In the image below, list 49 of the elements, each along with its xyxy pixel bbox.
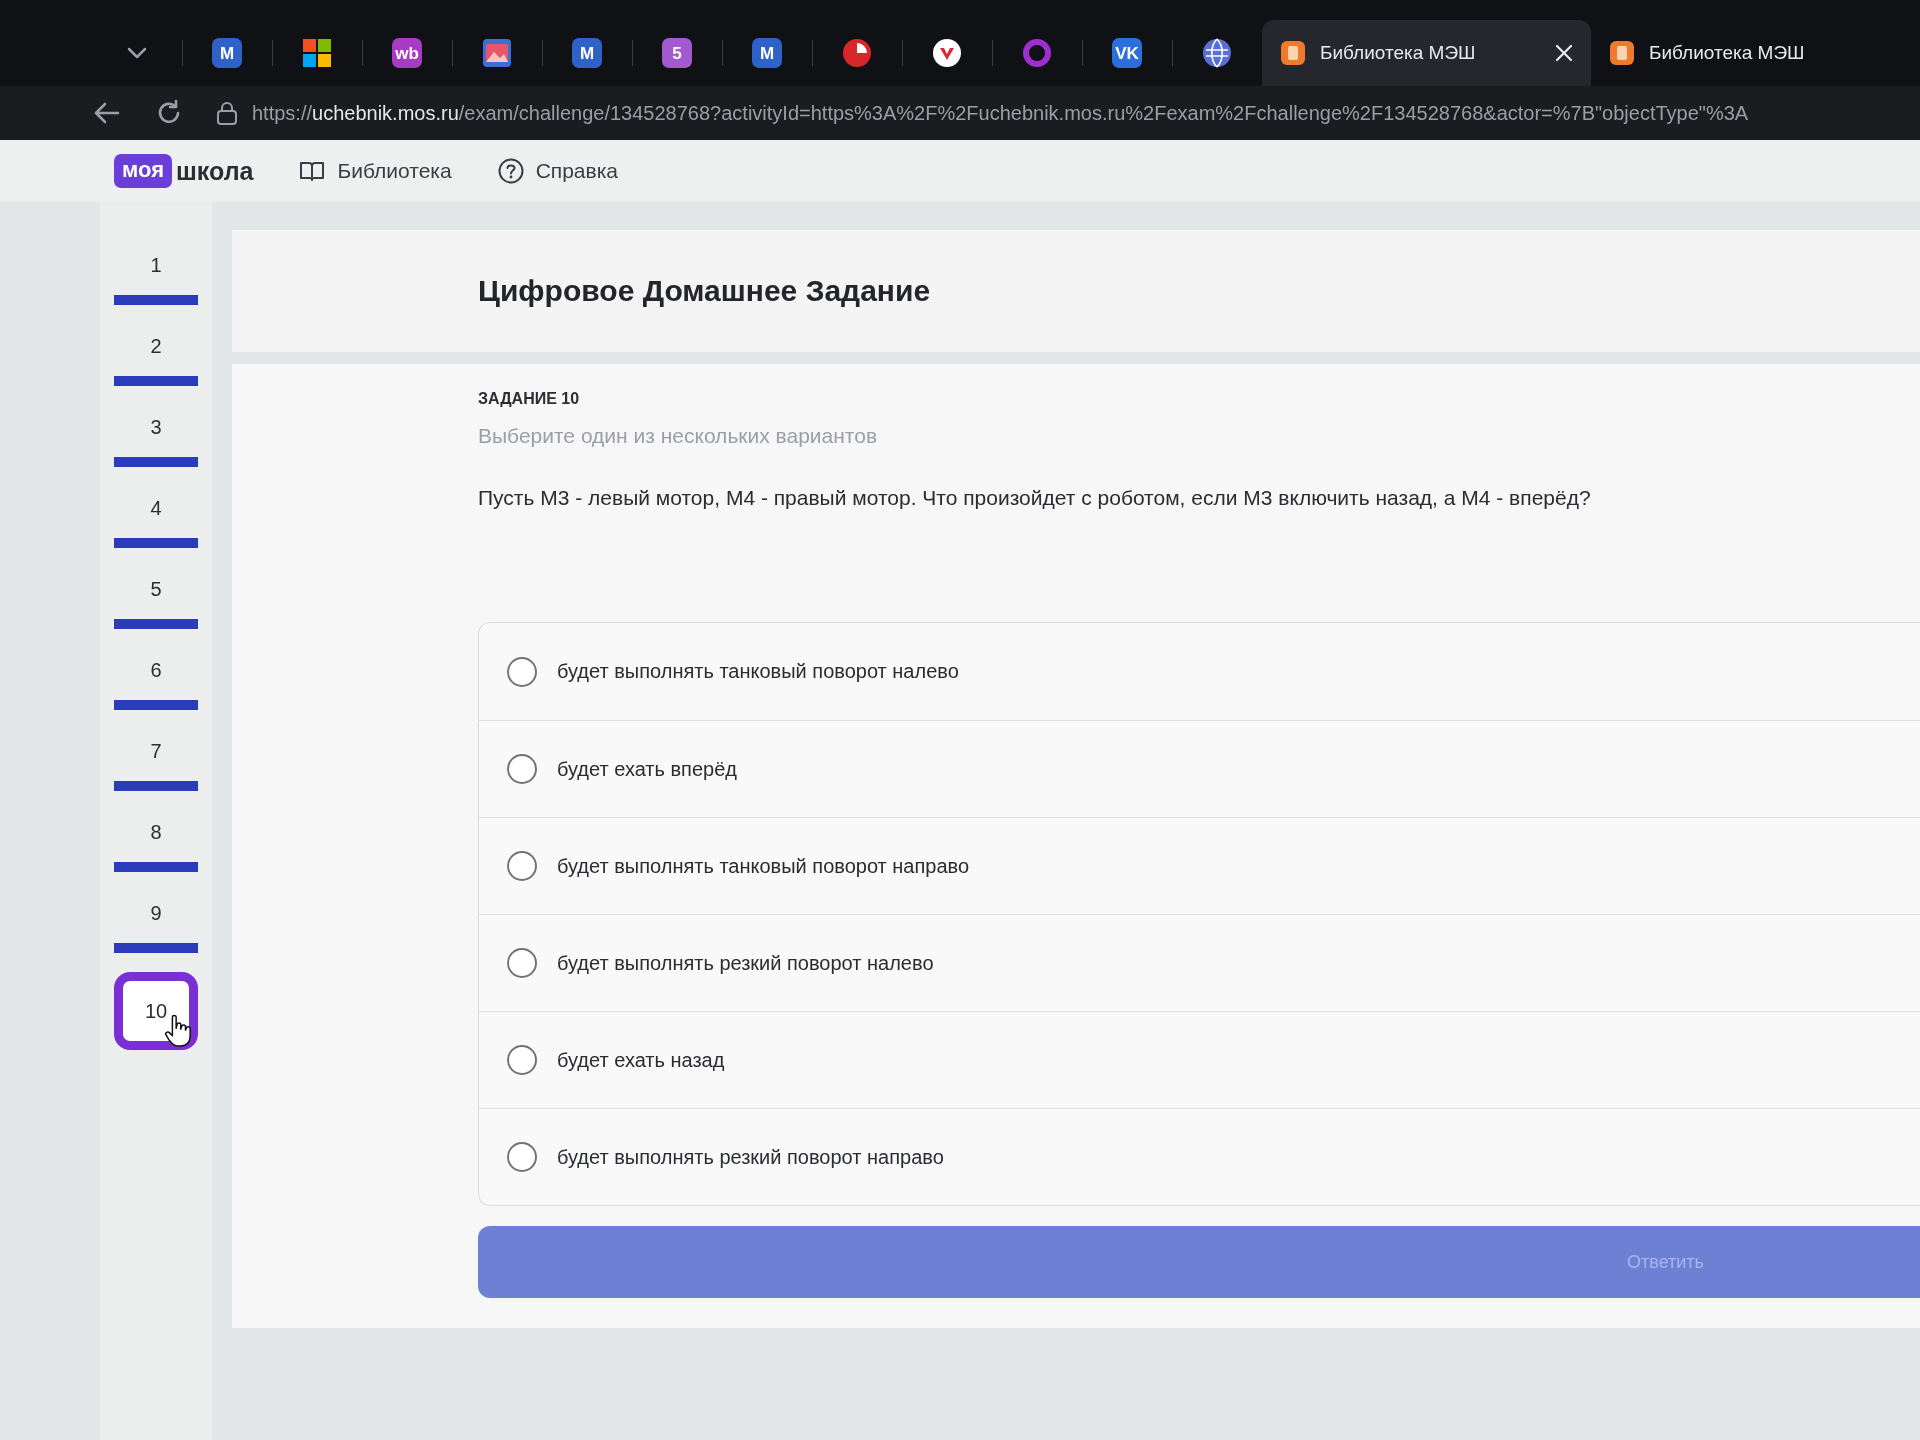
windows-logo-icon[interactable] [302, 38, 332, 68]
option-label[interactable]: будет выполнять танковый поворот налево [557, 660, 959, 683]
pinned-tab[interactable]: VK [1112, 38, 1142, 68]
question-number[interactable]: 3 [150, 415, 162, 439]
tab-favicon-icon [1609, 40, 1635, 66]
question-number[interactable]: 6 [150, 658, 162, 682]
option-label[interactable]: будет выполнять резкий поворот налево [557, 951, 934, 975]
help-icon [497, 158, 524, 184]
question-number[interactable]: 2 [150, 334, 162, 358]
question-number[interactable]: 10 [114, 972, 198, 1050]
check-disc-icon[interactable] [932, 38, 962, 68]
radio-button[interactable] [507, 754, 537, 784]
question-number[interactable]: 4 [150, 496, 162, 520]
nav-link[interactable]: Справка [535, 159, 619, 183]
question-text: Пусть М3 - левый мотор, М4 - правый мотор. Что произойдет с роботом, если М3 включить назад, а М4 - вперёд? [478, 486, 1591, 510]
pinned-tab[interactable]: M [752, 38, 782, 68]
option-label[interactable]: будет выполнять резкий поворот направо [557, 1145, 944, 1169]
close-icon[interactable] [1555, 44, 1573, 62]
task-hint: Выберите один из нескольких вариантов [478, 424, 878, 448]
ring-icon[interactable] [1022, 38, 1052, 68]
question-number[interactable]: 1 [150, 253, 162, 277]
tab-favicon-icon [1280, 40, 1306, 66]
page-title: Цифровое Домашнее Задание [478, 274, 931, 308]
question-number[interactable]: 8 [150, 820, 162, 844]
radio-button[interactable] [507, 948, 537, 978]
pinned-tab[interactable]: wb [392, 38, 422, 68]
radio-button[interactable] [507, 1045, 537, 1075]
globe-icon[interactable] [1202, 38, 1232, 68]
picture-icon[interactable] [482, 38, 512, 68]
radio-button[interactable] [507, 851, 537, 881]
question-number[interactable]: 9 [150, 901, 162, 925]
option-label[interactable]: будет ехать назад [557, 1048, 725, 1072]
pinned-tab[interactable]: M [572, 38, 602, 68]
logo-badge[interactable]: моя [114, 154, 172, 188]
lock-icon[interactable] [216, 101, 238, 125]
task-label: ЗАДАНИЕ 10 [478, 390, 580, 408]
radio-button[interactable] [507, 1142, 537, 1172]
question-number[interactable]: 5 [150, 577, 162, 601]
pinned-tab[interactable]: M [212, 38, 242, 68]
option-label[interactable]: будет ехать вперёд [557, 757, 737, 781]
browser-tab[interactable]: Библиотека МЭШ [1591, 20, 1920, 86]
browser-tab[interactable]: Библиотека МЭШ [1262, 20, 1591, 86]
pinned-tab[interactable]: 5 [662, 38, 692, 68]
nav-link[interactable]: Библиотека [337, 159, 452, 183]
option-label[interactable]: будет выполнять танковый поворот направо [557, 854, 970, 878]
logo-text[interactable]: школа [176, 156, 254, 186]
question-number[interactable]: 7 [150, 739, 162, 763]
pie-chart-icon[interactable] [842, 38, 872, 68]
radio-button[interactable] [507, 656, 537, 687]
